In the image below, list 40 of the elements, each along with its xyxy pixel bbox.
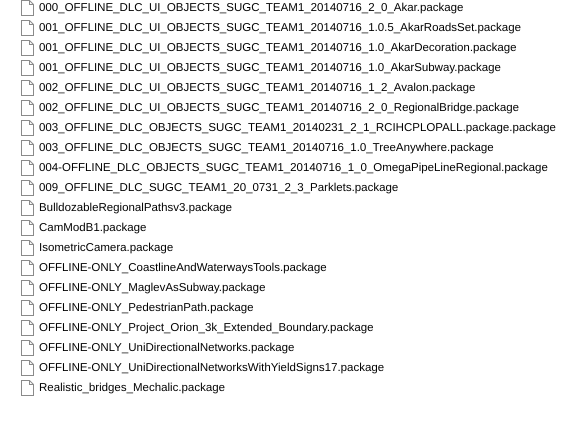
file-name[interactable]: 001_OFFLINE_DLC_UI_OBJECTS_SUGC_TEAM1_20140716_1.0_AkarDecoration.package bbox=[39, 42, 517, 54]
file-icon bbox=[21, 340, 34, 356]
file-icon bbox=[21, 60, 34, 76]
file-icon bbox=[21, 240, 34, 256]
file-name[interactable]: 000_OFFLINE_DLC_UI_OBJECTS_SUGC_TEAM1_20140716_2_0_Akar.package bbox=[39, 2, 464, 14]
file-name[interactable]: BulldozableRegionalPathsv3.package bbox=[39, 202, 232, 214]
file-name[interactable]: OFFLINE-ONLY_UniDirectionalNetworks.package bbox=[39, 342, 294, 354]
file-name[interactable]: 001_OFFLINE_DLC_UI_OBJECTS_SUGC_TEAM1_20140716_1.0.5_AkarRoadsSet.package bbox=[39, 22, 521, 34]
file-name[interactable]: 001_OFFLINE_DLC_UI_OBJECTS_SUGC_TEAM1_20140716_1.0_AkarSubway.package bbox=[39, 62, 501, 74]
file-icon bbox=[21, 100, 34, 116]
file-icon bbox=[21, 80, 34, 96]
file-name[interactable]: OFFLINE-ONLY_Project_Orion_3k_Extended_Boundary.package bbox=[39, 322, 374, 334]
file-icon bbox=[21, 0, 34, 16]
file-icon bbox=[21, 20, 34, 36]
file-icon bbox=[21, 180, 34, 196]
file-icon bbox=[21, 260, 34, 276]
file-icon bbox=[21, 140, 34, 156]
file-name[interactable]: 003_OFFLINE_DLC_OBJECTS_SUGC_TEAM1_20140231_2_1_RCIHCPLOPALL.package.package bbox=[39, 122, 556, 134]
file-icon bbox=[21, 120, 34, 136]
file-icon bbox=[21, 320, 34, 336]
file-icon bbox=[21, 220, 34, 236]
file-name[interactable]: OFFLINE-ONLY_CoastlineAndWaterwaysTools.package bbox=[39, 262, 327, 274]
file-name[interactable]: 002_OFFLINE_DLC_UI_OBJECTS_SUGC_TEAM1_20140716_2_0_RegionalBridge.package bbox=[39, 102, 520, 114]
file-name[interactable]: 009_OFFLINE_DLC_SUGC_TEAM1_20_0731_2_3_Parklets.package bbox=[39, 182, 398, 194]
file-name[interactable]: CamModB1.package bbox=[39, 222, 146, 234]
file-name[interactable]: IsometricCamera.package bbox=[39, 242, 174, 254]
file-icon bbox=[21, 360, 34, 376]
file-icon bbox=[21, 380, 34, 396]
file-name[interactable]: 004-OFFLINE_DLC_OBJECTS_SUGC_TEAM1_20140716_1_0_OmegaPipeLineRegional.package bbox=[39, 162, 548, 174]
file-name[interactable]: Realistic_bridges_Mechalic.package bbox=[39, 382, 226, 394]
file-name[interactable]: OFFLINE-ONLY_PedestrianPath.package bbox=[39, 302, 254, 314]
file-name[interactable]: 003_OFFLINE_DLC_OBJECTS_SUGC_TEAM1_20140716_1.0_TreeAnywhere.package bbox=[39, 142, 494, 154]
file-name[interactable]: 002_OFFLINE_DLC_UI_OBJECTS_SUGC_TEAM1_20140716_1_2_Avalon.package bbox=[39, 82, 476, 94]
file-icon bbox=[21, 40, 34, 56]
file-icon bbox=[21, 280, 34, 296]
file-icon bbox=[21, 200, 34, 216]
file-name[interactable]: OFFLINE-ONLY_UniDirectionalNetworksWithYieldSigns17.package bbox=[39, 362, 384, 374]
file-icon bbox=[21, 300, 34, 316]
file-icon bbox=[21, 160, 34, 176]
file-name[interactable]: OFFLINE-ONLY_MaglevAsSubway.package bbox=[39, 282, 266, 294]
